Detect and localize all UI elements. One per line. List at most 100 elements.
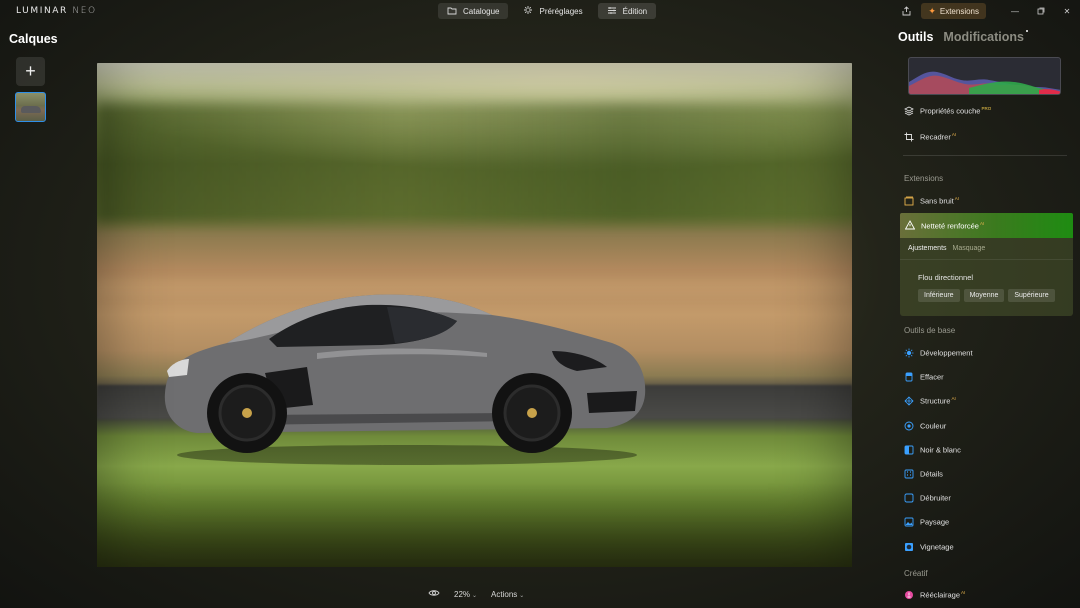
ai-badge: AI: [951, 132, 957, 138]
denoise-icon: [904, 493, 914, 503]
window-controls-area: ✦ Extensions — ✕: [897, 2, 1080, 20]
tool-crop[interactable]: RecadrerAI: [904, 128, 956, 146]
subtab-masking[interactable]: Masquage: [953, 245, 986, 252]
close-icon[interactable]: ✕: [1054, 2, 1080, 20]
warning-triangle-icon: [904, 220, 916, 232]
eraser-icon: [904, 372, 914, 382]
tool-label: Débruiter: [920, 493, 951, 503]
logo-text: LUMINAR: [16, 6, 68, 16]
tab-catalogue[interactable]: Catalogue: [438, 3, 509, 19]
tool-denoise[interactable]: Débruiter: [904, 489, 952, 507]
tab-edits[interactable]: Modifications: [943, 30, 1028, 44]
tab-edits-label: Modifications: [943, 30, 1024, 44]
tool-layer-properties[interactable]: Propriétés couchePRO: [904, 102, 991, 120]
ai-badge: AI: [951, 396, 956, 402]
tool-label: RééclairageAI: [920, 590, 966, 600]
motion-blur-strength: Inférieure Moyenne Supérieure: [918, 289, 1055, 302]
landscape-icon: [904, 517, 914, 527]
tab-edit-label: Édition: [622, 6, 648, 16]
section-basic-tools: Outils de base: [904, 326, 956, 335]
extensions-button-label: Extensions: [939, 6, 979, 16]
tab-presets[interactable]: Préréglages: [514, 3, 591, 19]
sun-icon: [904, 348, 914, 358]
zoom-value: 22%: [454, 589, 471, 599]
motion-blur-label: Flou directionnel: [918, 273, 974, 282]
app-logo: LUMINAR NEO: [16, 6, 97, 16]
tool-details[interactable]: Détails: [904, 465, 944, 483]
tool-relight[interactable]: RééclairageAI: [904, 586, 965, 604]
layers-title: Calques: [9, 32, 58, 46]
tool-label: Couleur: [920, 421, 947, 431]
chevron-down-icon: ⌄: [519, 592, 525, 599]
ai-badge: AI: [961, 590, 966, 596]
section-creative: Créatif: [904, 569, 928, 578]
details-icon: [904, 469, 914, 479]
supersharp-subtabs: Ajustements Masquage: [908, 245, 985, 252]
tool-label: Paysage: [920, 517, 950, 527]
ai-badge: AI: [979, 221, 985, 227]
tool-label: RecadrerAI: [920, 132, 957, 142]
layers-icon: [904, 106, 914, 116]
layer-thumbnail[interactable]: [15, 92, 46, 122]
option-medium[interactable]: Moyenne: [963, 289, 1005, 302]
relight-icon: [904, 590, 914, 600]
logo-sub-text: NEO: [72, 6, 97, 16]
panel-tabs: Outils Modifications: [898, 30, 1028, 44]
actions-dropdown[interactable]: Actions ⌄: [491, 590, 524, 599]
tool-label: Noir & blanc: [920, 445, 961, 455]
pro-badge: PRO: [981, 106, 992, 112]
bottom-toolbar: 22% ⌄ Actions ⌄: [428, 587, 524, 601]
vignette-icon: [904, 542, 914, 552]
top-bar: LUMINAR NEO Catalogue Préréglages Éditio…: [0, 0, 1080, 22]
tool-develop[interactable]: Développement: [904, 344, 974, 362]
minimize-icon[interactable]: —: [1002, 2, 1028, 20]
actions-label: Actions: [491, 589, 518, 599]
panel-divider: [903, 155, 1067, 156]
tool-label: Effacer: [920, 372, 944, 382]
eye-icon[interactable]: [428, 589, 440, 600]
noiseless-icon: [904, 196, 914, 206]
tool-label: StructureAI: [920, 396, 956, 406]
subtab-divider: [900, 259, 1073, 260]
ai-badge: AI: [954, 196, 960, 202]
tab-tools[interactable]: Outils: [898, 30, 933, 44]
palette-icon: [904, 421, 914, 431]
histogram: [908, 57, 1061, 95]
tool-erase[interactable]: Effacer: [904, 368, 945, 386]
photo-canvas[interactable]: [97, 63, 852, 567]
option-low[interactable]: Inférieure: [918, 289, 960, 302]
section-extensions: Extensions: [904, 174, 944, 183]
zoom-dropdown[interactable]: 22% ⌄: [454, 590, 477, 599]
tool-label: Sans bruitAI: [920, 196, 960, 206]
tab-edit[interactable]: Édition: [597, 3, 657, 19]
tool-landscape[interactable]: Paysage: [904, 513, 950, 531]
tool-label: Propriétés couchePRO: [920, 106, 992, 116]
tab-catalogue-label: Catalogue: [463, 6, 500, 16]
add-layer-button[interactable]: +: [16, 57, 45, 86]
chevron-down-icon: ⌄: [472, 592, 478, 599]
share-icon[interactable]: [897, 2, 915, 20]
tool-structure[interactable]: StructureAI: [904, 392, 956, 410]
bw-icon: [904, 445, 914, 455]
crop-icon: [904, 132, 914, 142]
main-nav: Catalogue Préréglages Édition: [438, 3, 657, 19]
sliders-icon: [607, 6, 617, 17]
tool-label: Vignetage: [920, 542, 954, 552]
edits-indicator-dot: [1025, 30, 1028, 32]
thumbnail-car-shape: [21, 106, 41, 113]
tool-supersharp-label: Netteté renforcéeAI: [904, 220, 985, 232]
tool-label: Détails: [920, 469, 943, 479]
tool-black-white[interactable]: Noir & blanc: [904, 441, 962, 459]
tool-color[interactable]: Couleur: [904, 417, 947, 435]
maximize-icon[interactable]: [1028, 2, 1054, 20]
folder-icon: [447, 6, 457, 17]
tool-noiseless[interactable]: Sans bruitAI: [904, 192, 959, 210]
option-high[interactable]: Supérieure: [1008, 289, 1055, 302]
structure-icon: [904, 396, 914, 406]
extensions-button[interactable]: ✦ Extensions: [921, 3, 986, 19]
sparkle-icon: [523, 5, 533, 17]
tab-presets-label: Préréglages: [539, 6, 583, 16]
subtab-adjustments[interactable]: Ajustements: [908, 245, 947, 252]
tool-vignette[interactable]: Vignetage: [904, 538, 955, 556]
tool-label: Développement: [920, 348, 973, 358]
